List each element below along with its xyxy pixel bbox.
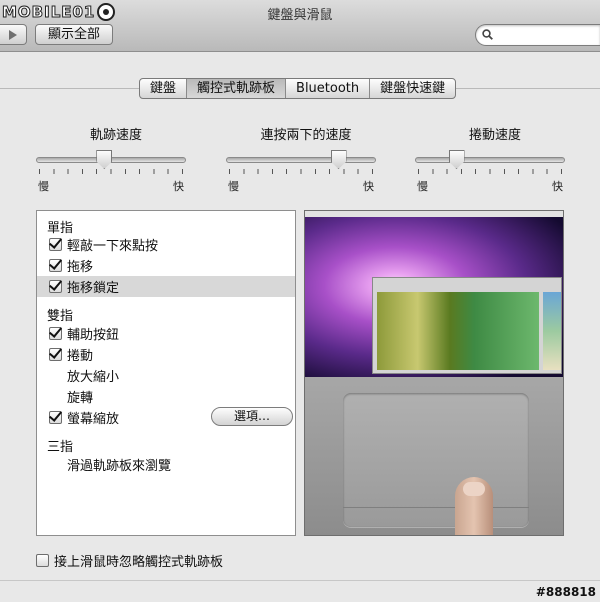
ignore-trackpad-checkbox[interactable]	[36, 554, 49, 567]
secondary-click-checkbox[interactable]	[49, 327, 62, 340]
screen-zoom-checkbox[interactable]	[49, 411, 62, 424]
swipe-navigate-label: 滑過軌跡板來瀏覽	[67, 459, 172, 474]
scrolling-speed-min-label: 慢	[417, 180, 428, 193]
pinch-zoom-label: 放大縮小	[67, 370, 120, 385]
search-icon	[482, 29, 493, 40]
preview-laptop-palmrest	[305, 377, 563, 535]
preview-trackpad	[343, 393, 529, 527]
scrolling-speed-max-label: 快	[552, 180, 563, 193]
double-click-speed-min-label: 慢	[228, 180, 239, 193]
scrolling-speed-ticks	[418, 169, 562, 174]
toolbar: MOBILE01 鍵盤與滑鼠 顯示全部	[0, 0, 600, 52]
drag-lock-checkbox[interactable]	[49, 280, 62, 293]
tab-bar: 鍵盤 觸控式軌跡板 Bluetooth 鍵盤快速鍵	[139, 78, 457, 99]
gesture-scrolling[interactable]: 捲動	[37, 344, 295, 365]
tab-bluetooth[interactable]: Bluetooth	[286, 79, 371, 98]
secondary-click-label: 輔助按鈕	[67, 328, 120, 343]
double-click-speed-max-label: 快	[363, 180, 374, 193]
drag-lock-label: 拖移鎖定	[67, 281, 120, 296]
scrolling-speed-slider-group: 捲動速度 慢 快	[415, 124, 575, 193]
forward-button[interactable]	[0, 24, 27, 45]
preview-screen	[305, 211, 563, 377]
tab-keyboard-shortcuts[interactable]: 鍵盤快速鍵	[370, 79, 455, 98]
preview-thumbnails	[543, 292, 561, 370]
scrolling-speed-thumb[interactable]	[448, 150, 465, 169]
gesture-tap-to-click[interactable]: 輕敲一下來點按	[37, 234, 295, 255]
scrolling-speed-label: 捲動速度	[468, 128, 521, 143]
double-click-speed-track[interactable]	[226, 157, 376, 163]
tracking-speed-min-label: 慢	[38, 180, 49, 193]
tab-trackpad[interactable]: 觸控式軌跡板	[187, 79, 287, 98]
three-fingers-heading: 三指	[47, 440, 74, 455]
gesture-dragging[interactable]: 拖移	[37, 255, 295, 276]
gesture-secondary-click[interactable]: 輔助按鈕	[37, 323, 295, 344]
gesture-preview-video	[304, 210, 564, 536]
tab-keyboard[interactable]: 鍵盤	[140, 79, 188, 98]
ignore-trackpad-label: 接上滑鼠時忽略觸控式軌跡板	[54, 555, 224, 570]
scrolling-speed-track[interactable]	[415, 157, 565, 163]
screen-zoom-label: 螢幕縮放	[67, 412, 120, 427]
scrolling-label: 捲動	[67, 349, 94, 364]
double-click-speed-label: 連按兩下的速度	[260, 128, 352, 143]
zoom-options-button[interactable]: 選項…	[211, 407, 293, 426]
play-arrow-icon	[9, 29, 17, 40]
dragging-checkbox[interactable]	[49, 259, 62, 272]
gesture-list: 單指 輕敲一下來點按 拖移 拖移鎖定 雙指 輔助按鈕 捲動 放大縮小 旋轉 螢幕…	[36, 210, 296, 536]
double-click-speed-slider-group: 連按兩下的速度 慢 快	[226, 124, 386, 193]
gesture-swipe-navigate[interactable]: 滑過軌跡板來瀏覽	[37, 454, 295, 475]
show-all-button[interactable]: 顯示全部	[35, 24, 113, 45]
rotate-label: 旋轉	[67, 391, 94, 406]
ignore-trackpad-option[interactable]: 接上滑鼠時忽略觸控式軌跡板	[36, 551, 223, 570]
preview-trackpad-button	[343, 507, 529, 527]
tap-to-click-label: 輕敲一下來點按	[67, 239, 159, 254]
scrolling-checkbox[interactable]	[49, 348, 62, 361]
double-click-speed-thumb[interactable]	[330, 150, 347, 169]
preview-photo	[377, 292, 539, 370]
two-fingers-heading: 雙指	[47, 309, 74, 324]
tracking-speed-slider-group: 軌跡速度 慢 快	[36, 124, 196, 193]
tracking-speed-thumb[interactable]	[96, 150, 113, 169]
tracking-speed-ticks	[39, 169, 183, 174]
preview-menubar	[305, 211, 563, 217]
watermark: #888818	[535, 585, 596, 599]
double-click-speed-ticks	[229, 169, 373, 174]
tracking-speed-label: 軌跡速度	[89, 128, 142, 143]
dragging-label: 拖移	[67, 260, 94, 275]
gesture-pinch-zoom[interactable]: 放大縮小	[37, 365, 295, 386]
tracking-speed-max-label: 快	[173, 180, 184, 193]
tap-to-click-checkbox[interactable]	[49, 238, 62, 251]
gesture-rotate[interactable]: 旋轉	[37, 386, 295, 407]
preview-finger-icon	[455, 477, 493, 535]
preview-photo-window	[372, 277, 562, 374]
window-title: 鍵盤與滑鼠	[267, 8, 333, 23]
search-input[interactable]	[475, 24, 600, 46]
footer-divider	[0, 580, 600, 581]
gesture-drag-lock[interactable]: 拖移鎖定	[37, 276, 295, 297]
